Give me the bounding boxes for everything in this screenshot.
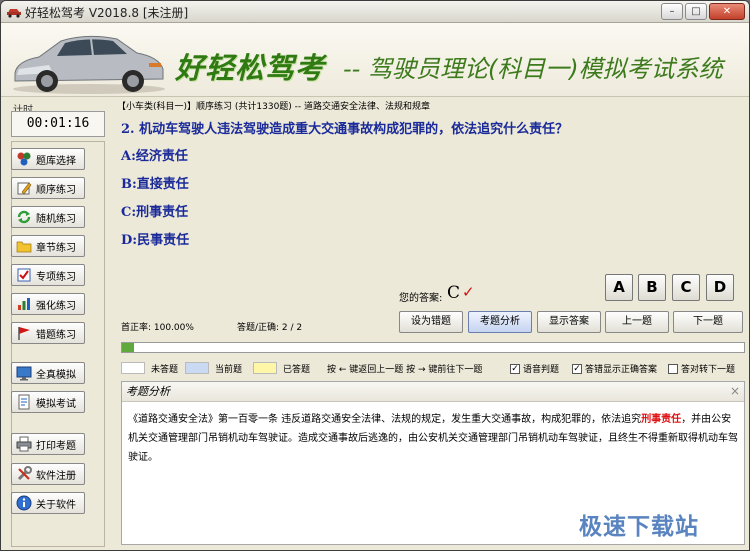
sidebar-item-special-practice[interactable]: 专项练习 [11,264,85,286]
checkbox-box[interactable]: ✓ [572,363,582,374]
option-c[interactable]: C:刑事责任 [121,201,188,220]
sidebar-item-label: 打印考题 [36,440,76,452]
sidebar-item-label: 全真模拟 [36,369,76,381]
checkbox-label: 答对转下一题 [681,365,736,375]
window-title: 好轻松驾考 V2018.8 [未注册] [25,6,189,20]
sidebar-item-random-practice[interactable]: 随机练习 [11,206,85,228]
info-icon [16,495,32,511]
question-analysis-button[interactable]: 考题分析 [468,311,532,333]
next-on-correct-checkbox[interactable]: 答对转下一题 [668,362,735,375]
analysis-close-icon[interactable]: × [730,382,740,401]
sidebar-item-print-questions[interactable]: 打印考题 [11,433,85,455]
analysis-highlight: 刑事责任 [641,414,682,425]
monitor-icon [16,366,32,381]
legend-unanswered: 未答题 [121,361,178,375]
sidebar-item-label: 关于软件 [36,499,76,511]
progress-bar-fill [122,343,135,352]
checkbox-box[interactable]: ✓ [510,363,520,374]
window-controls: – □ ✕ [661,3,745,20]
sidebar-item-full-simulation[interactable]: 全真模拟 [11,362,85,384]
banner-subtitle: -- 驾驶员理论(科目一)模拟考试系统 [343,55,723,83]
sidebar-item-chapter-practice[interactable]: 章节练习 [11,235,85,257]
sidebar-item-label: 强化练习 [36,300,76,312]
printer-icon [16,436,32,452]
maximize-button[interactable]: □ [685,3,707,20]
keyboard-hint: 按 ← 键返回上一题 按 → 键前往下一题 [327,364,483,375]
analysis-header: 考题分析 × [122,382,744,402]
checkbox-box[interactable] [668,363,678,374]
sidebar-item-question-bank[interactable]: 题库选择 [11,148,85,170]
legend-swatch-unanswered [121,362,145,374]
header-banner: 好轻松驾考 -- 驾驶员理论(科目一)模拟考试系统 [1,23,749,97]
title-bar[interactable]: 好轻松驾考 V2018.8 [未注册] – □ ✕ [1,1,749,23]
sidebar-item-label: 随机练习 [36,213,76,225]
next-question-button[interactable]: 下一题 [673,311,743,333]
sidebar-item-label: 章节练习 [36,242,76,254]
sidebar-item-label: 顺序练习 [36,184,76,196]
checkbox-label: 语音判题 [523,365,560,375]
document-icon [18,394,30,410]
banner-title: 好轻松驾考 [175,51,326,85]
sidebar-item-sequential-practice[interactable]: 顺序练习 [11,177,85,199]
shuffle-icon [17,210,31,224]
sidebar-item-wrong-practice[interactable]: 错题练习 [11,322,85,344]
legend-label: 未答题 [151,364,179,375]
show-correct-on-wrong-checkbox[interactable]: ✓ 答错显示正确答案 [572,362,657,375]
close-button[interactable]: ✕ [709,3,745,20]
sidebar-item-label: 错题练习 [36,329,76,341]
sidebar-item-label: 软件注册 [36,470,76,482]
legend-swatch-current [185,362,209,374]
timer-display: 00:01:16 [11,111,105,137]
legend-swatch-answered [253,362,277,374]
your-answer-label: 您的答案: [399,293,443,304]
progress-bar [121,342,745,353]
legend-label: 当前题 [215,364,243,375]
app-window: 好轻松驾考 V2018.8 [未注册] – □ ✕ 好轻松驾考 -- 驾驶员理论… [0,0,750,551]
voice-judge-checkbox[interactable]: ✓ 语音判题 [510,362,559,375]
pencil-icon [17,182,32,195]
option-a[interactable]: A:经济责任 [121,145,188,164]
car-image [13,35,165,94]
folder-icon [16,241,32,253]
show-answer-button[interactable]: 显示答案 [537,311,601,333]
choice-d-button[interactable]: D [706,274,734,301]
analysis-text: 《道路交通安全法》第一百零一条 违反道路交通安全法律、法规的规定，发生重大交通事… [122,402,744,467]
sidebar [11,141,105,547]
checkbox-label: 答错显示正确答案 [585,365,658,375]
sidebar-item-label: 模拟考试 [36,398,76,410]
correct-check-icon: ✓ [462,283,475,301]
car-logo-icon [7,9,21,18]
analysis-title: 考题分析 [126,385,170,398]
choice-a-button[interactable]: A [605,274,633,301]
sidebar-item-about-software[interactable]: 关于软件 [11,492,85,514]
minimize-button[interactable]: – [661,3,683,20]
legend-current: 当前题 [185,361,242,375]
option-b[interactable]: B:直接责任 [121,173,189,192]
option-d[interactable]: D:民事责任 [121,229,189,248]
choice-c-button[interactable]: C [672,274,700,301]
your-answer-value: C [447,283,461,303]
accuracy-rate: 首正率: 100.00% [121,323,194,333]
sidebar-item-label: 专项练习 [36,271,76,283]
legend-answered: 已答题 [253,361,310,375]
sidebar-item-register-software[interactable]: 软件注册 [11,463,85,485]
watermark-logo: 极速下载站 [579,514,699,540]
choice-b-button[interactable]: B [638,274,666,301]
tools-icon [17,466,32,481]
question-text: 2. 机动车驾驶人违法驾驶造成重大交通事故构成犯罪的，依法追究什么责任？ [121,122,569,137]
flag-icon [18,327,30,340]
analysis-text-before: 《道路交通安全法》第一百零一条 违反道路交通安全法律、法规的规定，发生重大交通事… [128,414,642,425]
mark-wrong-button[interactable]: 设为错题 [399,311,463,333]
main-content: 【小车类(科目一)】顺序练习 (共计1330题) -- 道路交通安全法律、法规和… [117,99,747,547]
sidebar-item-mock-exam[interactable]: 模拟考试 [11,391,85,413]
chart-icon [18,298,30,310]
sidebar-item-intensive-practice[interactable]: 强化练习 [11,293,85,315]
answered-correct-count: 答题/正确: 2 / 2 [237,323,303,333]
sidebar-item-label: 题库选择 [36,155,76,167]
checklist-icon [17,268,31,282]
legend-label: 已答题 [283,364,311,375]
previous-question-button[interactable]: 上一题 [605,311,669,333]
database-icon [17,152,31,166]
breadcrumb: 【小车类(科目一)】顺序练习 (共计1330题) -- 道路交通安全法律、法规和… [117,102,431,112]
